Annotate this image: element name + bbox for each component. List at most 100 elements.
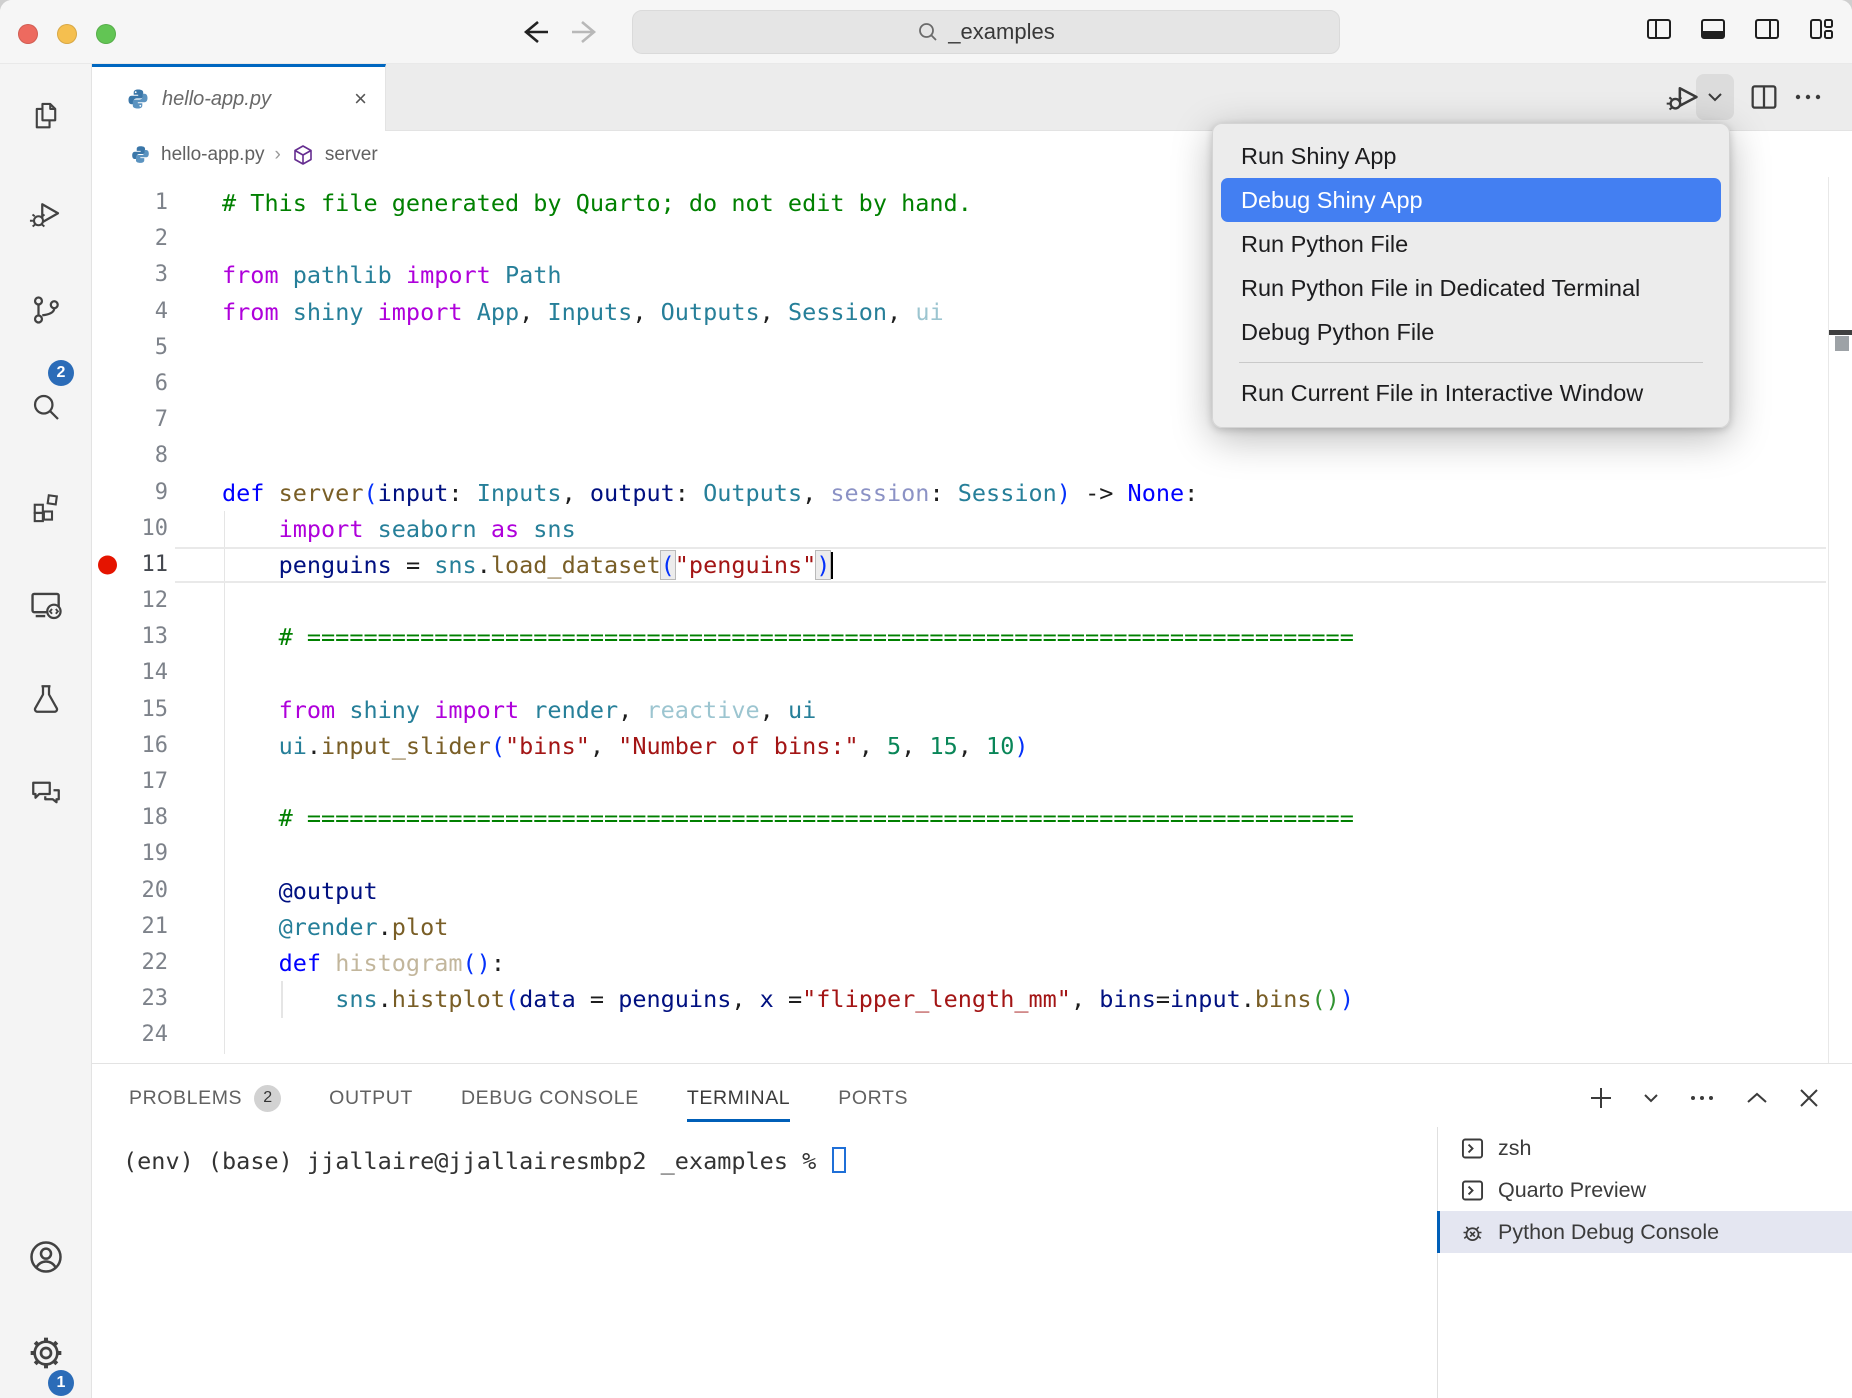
- menu-item-debug-python-file[interactable]: Debug Python File: [1221, 310, 1721, 354]
- editor-tab-bar: hello-app.py ×: [92, 64, 1852, 131]
- tab-close-icon[interactable]: ×: [354, 86, 367, 112]
- line-number[interactable]: 21: [92, 909, 168, 945]
- minimize-window-button[interactable]: [57, 24, 77, 44]
- panel-tab-ports[interactable]: PORTS: [838, 1076, 908, 1120]
- close-panel-icon[interactable]: [1796, 1085, 1822, 1111]
- code-line-13[interactable]: 13 # ===================================…: [92, 619, 1852, 655]
- code-text: ui.input_slider("bins", "Number of bins:…: [222, 728, 1029, 764]
- line-number[interactable]: 6: [92, 366, 168, 402]
- menu-item-run-python-file[interactable]: Run Python File: [1221, 222, 1721, 266]
- close-window-button[interactable]: [18, 24, 38, 44]
- source-control-icon[interactable]: [28, 292, 64, 328]
- toggle-secondary-sidebar-icon[interactable]: [1752, 14, 1782, 44]
- line-number[interactable]: 23: [92, 981, 168, 1017]
- line-number[interactable]: 5: [92, 330, 168, 366]
- code-line-8[interactable]: 8: [92, 438, 1852, 474]
- panel-tab-output[interactable]: OUTPUT: [329, 1076, 413, 1120]
- line-number[interactable]: 11: [92, 547, 168, 583]
- line-number[interactable]: 1: [92, 185, 168, 221]
- overview-ruler-thumb[interactable]: [1835, 336, 1849, 351]
- settings-gear-icon[interactable]: [26, 1333, 66, 1373]
- line-number[interactable]: 24: [92, 1017, 168, 1053]
- editor-cursor: [830, 552, 833, 579]
- line-number[interactable]: 9: [92, 475, 168, 511]
- line-number[interactable]: 7: [92, 402, 168, 438]
- search-sidebar-icon[interactable]: [28, 389, 64, 425]
- terminal-instance-python-debug-console[interactable]: Python Debug Console: [1437, 1211, 1852, 1253]
- source-control-badge: 2: [48, 360, 74, 386]
- forward-arrow-icon[interactable]: [570, 16, 604, 48]
- terminal-prompt[interactable]: (env) (base) jjallaire@jjallairesmbp2 _e…: [123, 1147, 846, 1175]
- toggle-primary-sidebar-icon[interactable]: [1644, 14, 1674, 44]
- explorer-icon[interactable]: [29, 99, 63, 133]
- line-number[interactable]: 3: [92, 257, 168, 293]
- code-line-17[interactable]: 17: [92, 764, 1852, 800]
- code-line-16[interactable]: 16 ui.input_slider("bins", "Number of bi…: [92, 728, 1852, 764]
- line-number[interactable]: 14: [92, 655, 168, 691]
- menu-item-run-python-file-in-dedicated-terminal[interactable]: Run Python File in Dedicated Terminal: [1221, 266, 1721, 310]
- line-number[interactable]: 12: [92, 583, 168, 619]
- code-text: @render.plot: [222, 909, 448, 945]
- code-line-22[interactable]: 22 def histogram():: [92, 945, 1852, 981]
- terminal-icon: [1459, 1135, 1486, 1162]
- run-options-chevron-icon[interactable]: [1704, 86, 1726, 108]
- code-line-15[interactable]: 15 from shiny import render, reactive, u…: [92, 692, 1852, 728]
- code-line-23[interactable]: 23 sns.histplot(data = penguins, x ="fli…: [92, 981, 1852, 1017]
- menu-item-run-current-file-in-interactive-window[interactable]: Run Current File in Interactive Window: [1221, 371, 1721, 415]
- code-line-11[interactable]: 11 penguins = sns.load_dataset("penguins…: [92, 547, 1852, 583]
- testing-icon[interactable]: [28, 681, 64, 717]
- panel-more-actions-icon[interactable]: [1686, 1082, 1718, 1114]
- panel-tab-debug-console[interactable]: DEBUG CONSOLE: [461, 1076, 639, 1120]
- toggle-panel-icon[interactable]: [1698, 14, 1728, 44]
- zoom-window-button[interactable]: [96, 24, 116, 44]
- tab-hello-app[interactable]: hello-app.py ×: [92, 64, 386, 131]
- debug-bug-icon: [1459, 1219, 1486, 1246]
- terminal-profile-chevron-icon[interactable]: [1642, 1089, 1660, 1107]
- back-arrow-icon[interactable]: [516, 16, 550, 48]
- terminal-instance-list: zshQuarto PreviewPython Debug Console: [1437, 1127, 1852, 1253]
- code-line-12[interactable]: 12: [92, 583, 1852, 619]
- line-number[interactable]: 19: [92, 836, 168, 872]
- code-line-10[interactable]: 10 import seaborn as sns: [92, 511, 1852, 547]
- customize-layout-icon[interactable]: [1806, 14, 1836, 44]
- code-line-18[interactable]: 18 # ===================================…: [92, 800, 1852, 836]
- code-line-19[interactable]: 19: [92, 836, 1852, 872]
- breadcrumb-file[interactable]: hello-app.py: [161, 144, 265, 166]
- line-number[interactable]: 4: [92, 294, 168, 330]
- remote-explorer-icon[interactable]: [27, 586, 65, 624]
- panel-tab-terminal[interactable]: TERMINAL: [687, 1076, 790, 1120]
- code-line-9[interactable]: 9def server(input: Inputs, output: Outpu…: [92, 475, 1852, 511]
- panel-tab-problems[interactable]: PROBLEMS2: [129, 1076, 281, 1120]
- menu-item-debug-shiny-app[interactable]: Debug Shiny App: [1221, 178, 1721, 222]
- code-line-21[interactable]: 21 @render.plot: [92, 909, 1852, 945]
- comments-icon[interactable]: [28, 776, 64, 812]
- code-text: import seaborn as sns: [222, 511, 576, 547]
- debug-run-icon[interactable]: [1664, 78, 1702, 116]
- line-number[interactable]: 13: [92, 619, 168, 655]
- maximize-panel-icon[interactable]: [1744, 1085, 1770, 1111]
- line-number[interactable]: 18: [92, 800, 168, 836]
- line-number[interactable]: 15: [92, 692, 168, 728]
- terminal-instance-zsh[interactable]: zsh: [1437, 1127, 1852, 1169]
- code-line-20[interactable]: 20 @output: [92, 873, 1852, 909]
- run-debug-icon[interactable]: [28, 196, 64, 232]
- extensions-icon[interactable]: [28, 489, 64, 525]
- editor-more-actions-icon[interactable]: [1790, 79, 1826, 115]
- terminal-instance-quarto-preview[interactable]: Quarto Preview: [1437, 1169, 1852, 1211]
- code-line-14[interactable]: 14: [92, 655, 1852, 691]
- line-number[interactable]: 16: [92, 728, 168, 764]
- line-number[interactable]: 17: [92, 764, 168, 800]
- window-search-bar[interactable]: _examples: [632, 10, 1340, 54]
- new-terminal-icon[interactable]: [1586, 1083, 1616, 1113]
- menu-item-run-shiny-app[interactable]: Run Shiny App: [1221, 134, 1721, 178]
- breadcrumb-symbol[interactable]: server: [325, 144, 378, 166]
- code-line-24[interactable]: 24: [92, 1017, 1852, 1053]
- line-number[interactable]: 2: [92, 221, 168, 257]
- line-number[interactable]: 20: [92, 873, 168, 909]
- menu-separator: [1239, 362, 1703, 363]
- account-icon[interactable]: [26, 1237, 66, 1277]
- line-number[interactable]: 10: [92, 511, 168, 547]
- line-number[interactable]: 8: [92, 438, 168, 474]
- split-editor-icon[interactable]: [1748, 81, 1780, 113]
- line-number[interactable]: 22: [92, 945, 168, 981]
